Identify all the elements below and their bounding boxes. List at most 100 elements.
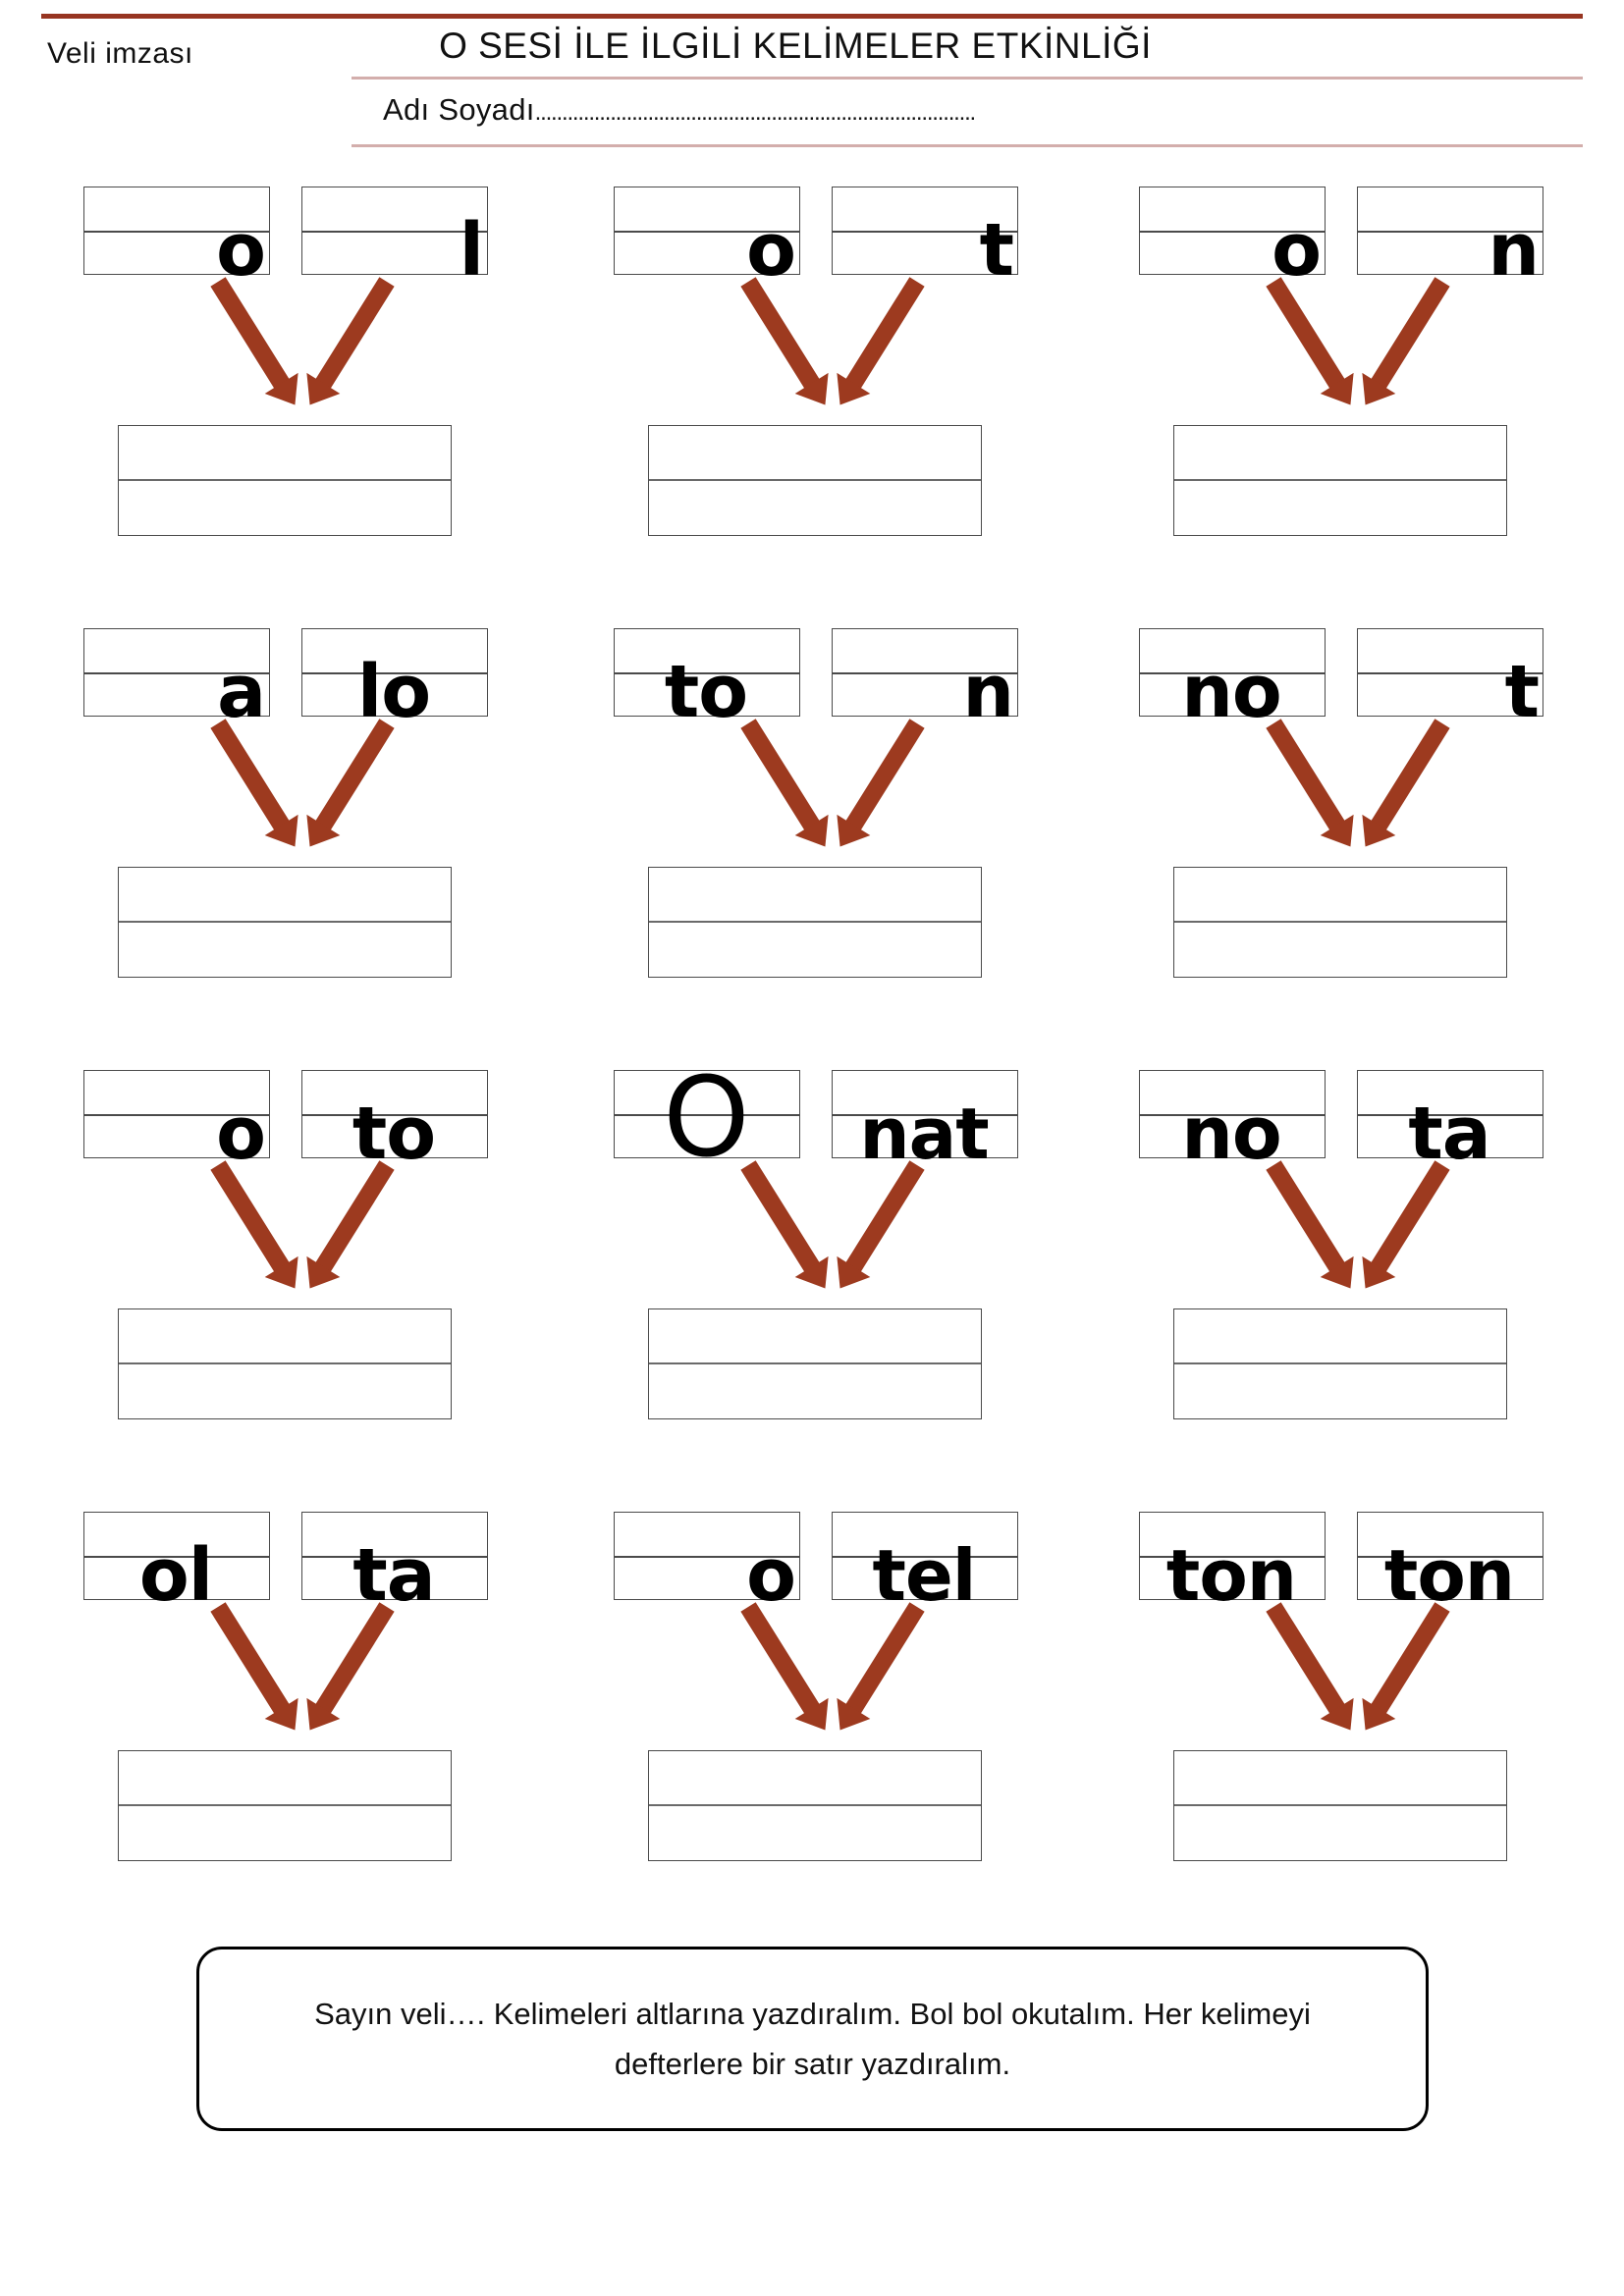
guide-midline (119, 479, 451, 481)
syllable-box-left: o (83, 187, 270, 287)
student-name-dotted-line: ........................................… (534, 99, 977, 126)
exercise-group: ton ton (1139, 1497, 1600, 1909)
syllable-text: a (217, 650, 266, 734)
answer-box[interactable] (648, 425, 982, 536)
syllable-text: o (216, 208, 266, 293)
arrow-down-left-icon (740, 719, 823, 835)
syllable-text: ta (1408, 1092, 1490, 1176)
arrow-down-left-icon (210, 1602, 293, 1719)
answer-box[interactable] (1173, 1308, 1507, 1419)
guide-midline (1174, 479, 1506, 481)
syllable-text: tel (872, 1534, 977, 1617)
parent-signature-label: Veli imzası (47, 37, 193, 70)
syllable-box-left: o (83, 1070, 270, 1170)
answer-box[interactable] (1173, 425, 1507, 536)
syllable-box-left: o (614, 1512, 800, 1612)
syllable-text: O (663, 1054, 749, 1182)
exercise-group: no t (1139, 614, 1600, 1026)
syllable-box-left: no (1139, 628, 1326, 728)
arrow-down-left-icon (1266, 1602, 1348, 1719)
syllable-box-right: t (832, 187, 1018, 287)
syllable-text: t (1504, 650, 1540, 734)
syllable-box-right: l (301, 187, 488, 287)
exercise-group: o to (83, 1055, 545, 1468)
answer-box[interactable] (1173, 867, 1507, 978)
syllable-text: ol (138, 1533, 213, 1618)
student-name-field[interactable]: Adı Soyadı..............................… (383, 92, 977, 128)
syllable-text: no (1181, 1092, 1282, 1176)
guide-midline (1174, 1362, 1506, 1364)
page-title: O SESİ İLE İLGİLİ KELİMELER ETKİNLİĞİ (439, 26, 1152, 66)
arrow-down-right-icon (1368, 277, 1450, 394)
syllable-box-left: ton (1139, 1512, 1326, 1611)
exercise-group: to n (614, 614, 1075, 1026)
worksheet-header: Veli imzası O SESİ İLE İLGİLİ KELİMELER … (0, 0, 1624, 172)
arrow-down-right-icon (312, 1160, 395, 1277)
exercise-group: ot (614, 172, 1075, 584)
arrow-down-right-icon (842, 1160, 925, 1277)
syllable-box-right: ton (1357, 1512, 1543, 1611)
answer-box[interactable] (648, 1750, 982, 1861)
student-name-label: Adı Soyadı (383, 92, 535, 127)
arrow-down-left-icon (1266, 277, 1348, 394)
exercise-grid: o l o t o n a lo to n no t o to Onat no ta ol ta o tel ton ton (0, 172, 1624, 1939)
syllable-box-right: ta (1357, 1070, 1543, 1170)
guide-midline (649, 1804, 981, 1806)
answer-box[interactable] (648, 867, 982, 978)
syllable-box-right: ta (301, 1512, 488, 1612)
exercise-group: ol (83, 172, 545, 584)
syllable-box-right: to (301, 1070, 488, 1170)
arrow-down-left-icon (740, 1602, 823, 1719)
arrow-down-right-icon (1368, 1602, 1450, 1719)
syllable-text: l (459, 208, 484, 293)
syllable-text: n (962, 650, 1014, 734)
syllable-box-left: o (1139, 187, 1326, 287)
parent-note-text: Sayın veli…. Kelimeleri altlarına yazdır… (314, 1996, 1311, 2081)
syllable-text: ta (352, 1533, 435, 1618)
arrow-down-right-icon (842, 277, 925, 394)
exercise-row: ol ta o tel ton ton (0, 1497, 1624, 1939)
syllable-text: nat (859, 1093, 989, 1175)
guide-midline (1174, 1804, 1506, 1806)
arrow-down-right-icon (1368, 719, 1450, 835)
syllable-text: o (216, 1092, 266, 1176)
arrow-down-left-icon (1266, 719, 1348, 835)
answer-box[interactable] (118, 1308, 452, 1419)
syllable-box-right: lo (301, 628, 488, 728)
exercise-group: a lo (83, 614, 545, 1026)
syllable-text: to (352, 1092, 436, 1176)
arrow-down-left-icon (210, 277, 293, 394)
arrow-down-left-icon (210, 1160, 293, 1277)
arrow-down-left-icon (1266, 1160, 1348, 1277)
syllable-text: no (1181, 650, 1282, 734)
header-bottom-rule (352, 144, 1583, 147)
guide-midline (119, 1804, 451, 1806)
answer-box[interactable] (1173, 1750, 1507, 1861)
syllable-box-right: t (1357, 628, 1543, 728)
arrow-down-right-icon (312, 277, 395, 394)
answer-box[interactable] (118, 425, 452, 536)
answer-box[interactable] (118, 1750, 452, 1861)
syllable-box-right: nat (832, 1070, 1018, 1169)
parent-note-box: Sayın veli…. Kelimeleri altlarına yazdır… (196, 1947, 1429, 2131)
syllable-box-left: no (1139, 1070, 1326, 1170)
exercise-group: ol ta (83, 1497, 545, 1909)
syllable-box-right: n (1357, 187, 1543, 287)
arrow-down-right-icon (1368, 1160, 1450, 1277)
exercise-row: oloton (0, 172, 1624, 614)
guide-midline (119, 921, 451, 923)
exercise-group: Onat (614, 1055, 1075, 1468)
syllable-text: to (664, 650, 748, 734)
arrow-down-left-icon (740, 277, 823, 394)
syllable-box-left: O (614, 1054, 800, 1182)
syllable-box-left: to (614, 628, 800, 728)
syllable-box-right: n (832, 628, 1018, 728)
syllable-box-right: tel (832, 1512, 1018, 1611)
answer-box[interactable] (648, 1308, 982, 1419)
header-top-rule (41, 14, 1583, 19)
answer-box[interactable] (118, 867, 452, 978)
arrow-down-right-icon (842, 1602, 925, 1719)
syllable-text: o (746, 1533, 796, 1618)
guide-midline (649, 1362, 981, 1364)
arrow-down-right-icon (312, 1602, 395, 1719)
